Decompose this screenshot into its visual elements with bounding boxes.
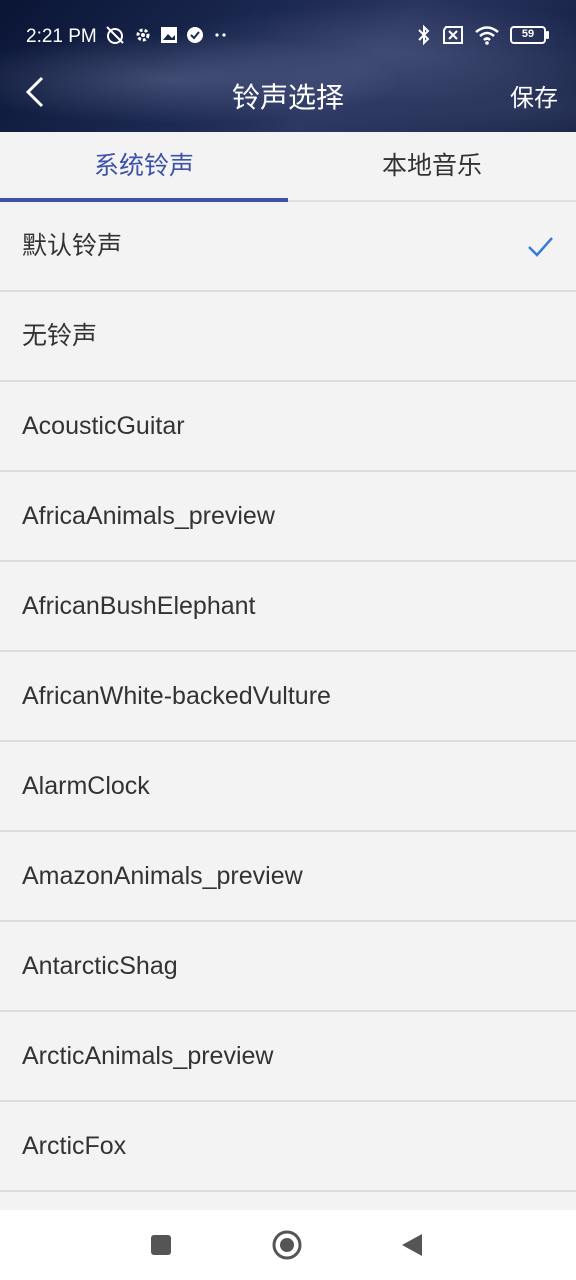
list-item-label: AfricanWhite-backedVulture [22,682,331,710]
list-item-label: AcousticGuitar [22,412,185,440]
home-circle-icon[interactable] [272,1230,302,1260]
list-item[interactable]: AntarcticShag [0,922,576,1012]
sim-off-icon [443,26,463,44]
list-item-label: AfricanBushElephant [22,592,256,620]
list-item[interactable]: AfricanWhite-backedVulture [0,652,576,742]
checkmark-icon [528,237,553,257]
list-item[interactable]: AcousticGuitar [0,382,576,472]
list-item[interactable]: AfricaAnimals_preview [0,472,576,562]
tab-local-music[interactable]: 本地音乐 [288,132,576,200]
tab-system-ringtones[interactable]: 系统铃声 [0,132,288,200]
alarm-off-icon [106,26,124,44]
status-bar: 2:21 PM 59 [0,18,576,54]
back-triangle-icon[interactable] [400,1232,424,1258]
page-title: 铃声选择 [231,82,344,113]
tab-bar: 系统铃声 本地音乐 [0,132,576,202]
battery-level: 59 [521,28,535,40]
bluetooth-icon [418,24,430,46]
list-item[interactable]: AmazonAnimals_preview [0,832,576,922]
system-nav-bar [0,1210,576,1280]
more-dots-icon [215,33,226,37]
list-item-label: AfricaAnimals_preview [22,502,275,530]
list-item-label: AmazonAnimals_preview [22,862,303,890]
ringtone-list: 默认铃声 无铃声 AcousticGuitar AfricaAnimals_pr… [0,202,576,1192]
list-item-label: AlarmClock [22,772,150,800]
list-item[interactable]: AfricanBushElephant [0,562,576,652]
image-icon [161,27,177,43]
settings-icon [136,28,150,42]
list-item[interactable]: ArcticAnimals_preview [0,1012,576,1102]
status-time: 2:21 PM [26,26,97,47]
list-item[interactable]: 无铃声 [0,292,576,382]
list-item-label: ArcticAnimals_preview [22,1042,274,1070]
save-button[interactable]: 保存 [510,78,558,113]
list-item[interactable]: 默认铃声 [0,202,576,292]
list-item[interactable]: ArcticFox [0,1102,576,1192]
list-item-label: 无铃声 [22,322,98,350]
recents-square-icon[interactable] [150,1234,172,1256]
wifi-icon [475,26,499,45]
list-item[interactable]: AlarmClock [0,742,576,832]
app-header: 2:21 PM 59 铃声选择 保存 [0,0,576,132]
list-item-label: ArcticFox [22,1132,127,1160]
battery-indicator: 59 [510,26,549,44]
check-circle-icon [187,27,203,43]
list-item-label: AntarcticShag [22,952,178,980]
list-item-label: 默认铃声 [22,232,123,260]
